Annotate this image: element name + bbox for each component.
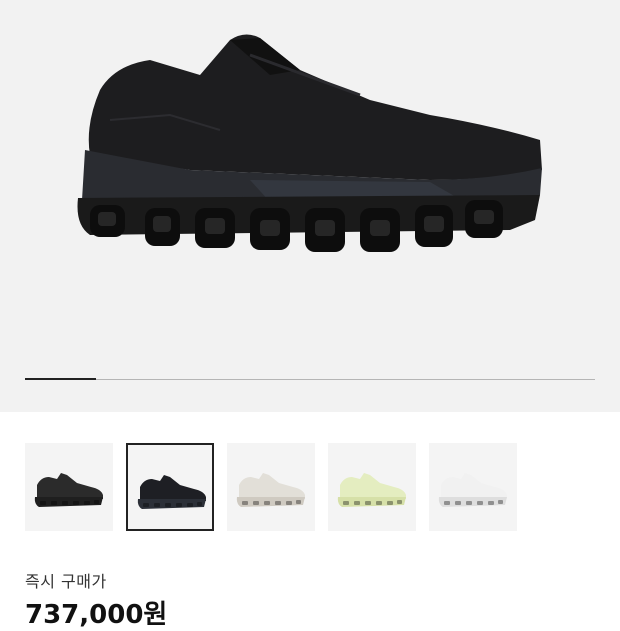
thumbnail-white-grey-shoe[interactable] (227, 443, 315, 531)
shoe-thumbnail-icon (137, 475, 206, 509)
thumbnail-black-dark-shoe[interactable] (25, 443, 113, 531)
thumbnail-black-navy-shoe[interactable] (126, 443, 214, 531)
shoe-thumbnail-icon (337, 473, 406, 507)
buy-now-price-label: 즉시 구매가 (25, 572, 107, 591)
thumbnail-lime-shoe[interactable] (328, 443, 416, 531)
product-image-gallery[interactable] (0, 0, 620, 412)
thumbnail-white-shoe[interactable] (429, 443, 517, 531)
color-variant-thumbnails (25, 443, 595, 533)
price-value: 737,000원 (25, 600, 168, 630)
gallery-progress-indicator (25, 378, 97, 380)
shoe-thumbnail-icon (34, 473, 104, 507)
shoe-thumbnail-icon (438, 473, 507, 507)
shoe-thumbnail-icon (236, 473, 305, 507)
black-running-shoe-image (77, 34, 542, 252)
gallery-progress-track (25, 378, 595, 380)
